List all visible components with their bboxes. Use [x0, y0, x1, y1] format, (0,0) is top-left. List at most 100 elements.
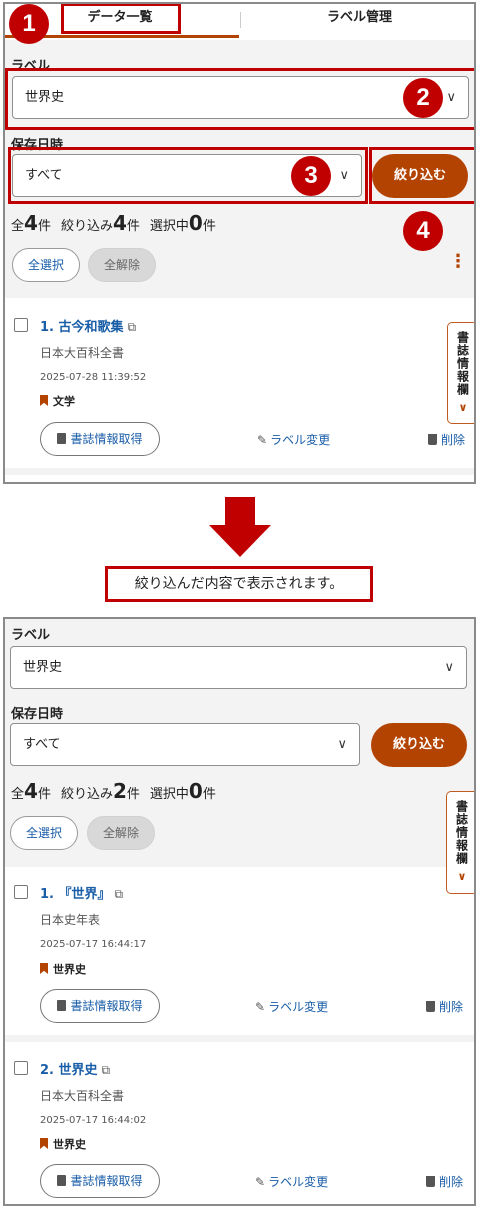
kebab-menu-icon[interactable]: ⋮ — [449, 253, 467, 271]
tab-label-management[interactable]: ラベル管理 — [243, 4, 474, 40]
label-field-heading: ラベル — [11, 628, 51, 643]
chevron-down-icon: ∨ — [458, 401, 468, 414]
item-title-link[interactable]: 2. 世界史 ⧉ — [40, 1059, 110, 1078]
item-title: 古今和歌集 — [58, 320, 124, 335]
unit: 件 — [202, 219, 216, 234]
unit: 件 — [126, 787, 140, 802]
item-tag-text: 世界史 — [53, 963, 86, 976]
change-label-button[interactable]: ✎ ラベル変更 — [255, 1173, 328, 1190]
result-counts: 全4件 絞り込み2件 選択中0件 — [11, 779, 216, 803]
delete-text: 削除 — [439, 1000, 464, 1014]
total-prefix: 全 — [11, 219, 25, 234]
external-link-icon: ⧉ — [101, 1063, 111, 1077]
fetch-label: 書誌情報取得 — [70, 999, 143, 1013]
delete-button[interactable]: 削除 — [426, 998, 463, 1015]
select-all-button[interactable]: 全選択 — [10, 816, 78, 850]
item-checkbox[interactable] — [14, 885, 28, 899]
unit: 件 — [202, 787, 216, 802]
fetch-label: 書誌情報取得 — [70, 432, 143, 446]
trash-icon — [428, 434, 437, 445]
fetch-bibliography-button[interactable]: 書誌情報取得 — [40, 989, 160, 1023]
highlight-tab — [61, 4, 181, 34]
delete-text: 削除 — [439, 1175, 464, 1189]
item-title: 世界史 — [58, 1063, 98, 1078]
result-list: 1. 『世界』 ⧉ 日本史年表 2025-07-17 16:44:17 世界史 書… — [5, 867, 474, 1204]
side-tab-text: 書誌情報欄 — [455, 331, 470, 396]
item-date: 2025-07-28 11:39:52 — [40, 372, 147, 383]
delete-text: 削除 — [441, 433, 466, 447]
item-checkbox[interactable] — [14, 318, 28, 332]
chevron-down-icon: ∨ — [457, 870, 467, 883]
item-source: 日本史年表 — [40, 913, 101, 927]
panel-after: ラベル 世界史 ∨ 保存日時 すべて ∨ 絞り込む 全4件 絞り込み2件 選択中0件… — [3, 617, 476, 1206]
unit: 件 — [37, 219, 51, 234]
filtered-count: 2 — [112, 779, 127, 803]
callout-4: 4 — [403, 211, 443, 251]
external-link-icon: ⧉ — [114, 887, 124, 901]
fetch-bibliography-button[interactable]: 書誌情報取得 — [40, 1164, 160, 1198]
edit-icon: ✎ — [257, 433, 268, 447]
item-title-link[interactable]: 1. 古今和歌集 ⧉ — [40, 316, 136, 335]
item-checkbox[interactable] — [14, 1061, 28, 1075]
change-label-text: ラベル変更 — [268, 1000, 329, 1014]
callout-1: 1 — [9, 4, 49, 44]
select-all-button[interactable]: 全選択 — [12, 248, 80, 282]
fetch-bibliography-button[interactable]: 書誌情報取得 — [40, 422, 160, 456]
delete-button[interactable]: 削除 — [426, 1173, 463, 1190]
change-label-button[interactable]: ✎ ラベル変更 — [255, 998, 328, 1015]
clear-all-button[interactable]: 全解除 — [87, 816, 155, 850]
chevron-down-icon: ∨ — [444, 660, 454, 675]
item-source: 日本大百科全書 — [40, 1089, 125, 1103]
divider — [5, 468, 474, 475]
item-index: 1. — [40, 320, 54, 335]
label-select-value: 世界史 — [23, 660, 63, 675]
callout-3: 3 — [291, 156, 331, 196]
document-icon — [57, 1175, 67, 1186]
external-link-icon: ⧉ — [127, 320, 137, 334]
chevron-down-icon: ∨ — [337, 737, 347, 752]
total-prefix: 全 — [11, 787, 25, 802]
label-select[interactable]: 世界史 ∨ — [10, 646, 467, 689]
fetch-label: 書誌情報取得 — [70, 1174, 143, 1188]
date-select[interactable]: すべて ∨ — [10, 723, 360, 766]
date-field-heading: 保存日時 — [11, 707, 64, 722]
callout-2: 2 — [403, 78, 443, 118]
edit-icon: ✎ — [255, 1175, 266, 1189]
total-count: 4 — [24, 211, 38, 235]
selected-prefix: 選択中 — [149, 787, 189, 802]
filter-button[interactable]: 絞り込む — [371, 723, 467, 767]
side-tab-text: 書誌情報欄 — [454, 800, 469, 865]
bibliography-side-tab[interactable]: 書誌情報欄 ∨ — [447, 322, 474, 424]
bookmark-icon — [40, 1138, 48, 1149]
item-index: 2. — [40, 1063, 54, 1078]
item-title-link[interactable]: 1. 『世界』 ⧉ — [40, 883, 123, 902]
change-label-button[interactable]: ✎ ラベル変更 — [257, 431, 330, 448]
date-select-value: すべて — [23, 737, 61, 752]
total-count: 4 — [24, 779, 38, 803]
item-label-tag: 世界史 — [40, 961, 86, 977]
item-label-tag: 世界史 — [40, 1136, 86, 1152]
list-item: 2. 世界史 ⧉ 日本大百科全書 2025-07-17 16:44:02 世界史 … — [5, 1042, 474, 1204]
highlight-filter-button — [369, 147, 474, 204]
filtered-prefix: 絞り込み — [60, 219, 113, 234]
list-item: 1. 古今和歌集 ⧉ 日本大百科全書 2025-07-28 11:39:52 文学… — [5, 298, 474, 468]
bookmark-icon — [40, 395, 48, 406]
item-source: 日本大百科全書 — [40, 346, 125, 360]
selected-count: 0 — [188, 779, 203, 803]
item-date: 2025-07-17 16:44:17 — [40, 939, 147, 950]
panel-before: データ一覧 ラベル管理 ラベル 世界史 ∨ 保存日時 すべて ∨ 絞り込む 全4… — [3, 2, 476, 484]
selected-count: 0 — [188, 211, 203, 235]
bibliography-side-tab[interactable]: 書誌情報欄 ∨ — [446, 791, 474, 894]
result-counts: 全4件 絞り込み4件 選択中0件 — [11, 211, 216, 235]
filtered-prefix: 絞り込み — [60, 787, 113, 802]
filtered-count: 4 — [112, 211, 127, 235]
change-label-text: ラベル変更 — [268, 1175, 329, 1189]
item-tag-text: 文学 — [53, 395, 75, 408]
item-index: 1. — [40, 887, 54, 902]
caption: 絞り込んだ内容で表示されます。 — [105, 566, 373, 602]
item-title: 『世界』 — [58, 887, 111, 902]
document-icon — [57, 1000, 67, 1011]
delete-button[interactable]: 削除 — [428, 431, 465, 448]
unit: 件 — [126, 219, 140, 234]
clear-all-button[interactable]: 全解除 — [88, 248, 156, 282]
